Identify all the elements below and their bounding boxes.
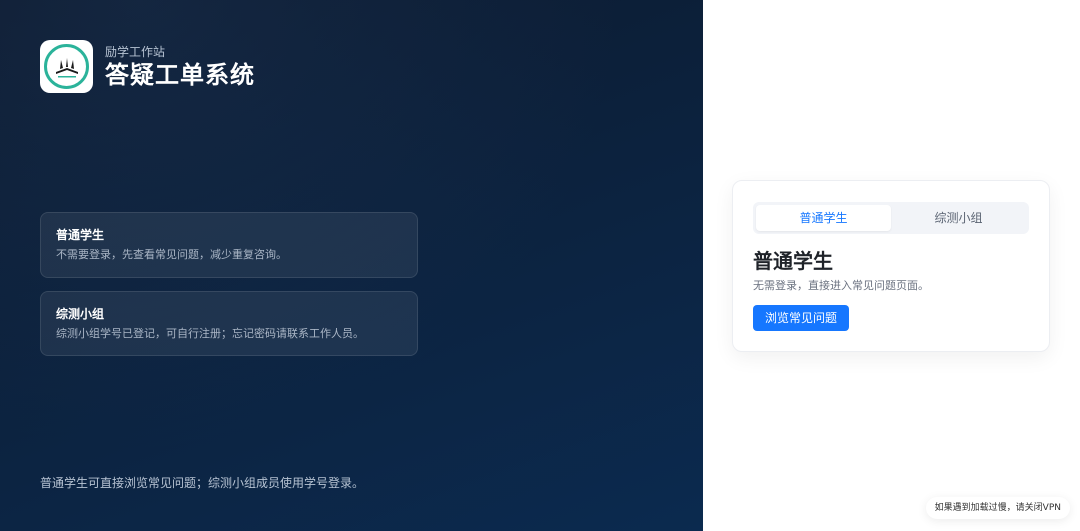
tab-student[interactable]: 普通学生 xyxy=(756,205,891,231)
vpn-tip: 如果遇到加载过慢，请关闭VPN xyxy=(925,497,1070,519)
panel-title: 普通学生 xyxy=(753,249,833,273)
info-card-desc: 综测小组学号已登记，可自行注册；忘记密码请联系工作人员。 xyxy=(56,327,364,340)
info-card-desc: 不需要登录，先查看常见问题，减少重复咨询。 xyxy=(56,248,287,261)
info-card-group: 综测小组 综测小组学号已登记，可自行注册；忘记密码请联系工作人员。 xyxy=(40,291,418,356)
browse-faq-button[interactable]: 浏览常见问题 xyxy=(753,305,850,331)
tab-group[interactable]: 综测小组 xyxy=(891,205,1026,231)
info-card-student: 普通学生 不需要登录，先查看常见问题，减少重复咨询。 xyxy=(40,212,418,278)
info-card-title: 普通学生 xyxy=(56,228,105,242)
brand-subtitle: 励学工作站 xyxy=(105,44,166,59)
panel-desc: 无需登录，直接进入常见问题页面。 xyxy=(753,279,929,292)
brand-title: 答疑工单系统 xyxy=(105,60,255,89)
logo xyxy=(40,40,93,93)
role-tabs: 普通学生 综测小组 xyxy=(753,202,1029,234)
left-footer-note: 普通学生可直接浏览常见问题；综测小组成员使用学号登录。 xyxy=(40,476,365,490)
info-card-title: 综测小组 xyxy=(56,307,105,321)
school-emblem-icon xyxy=(44,44,89,89)
book-emblem-icon xyxy=(55,57,78,77)
login-card: 普通学生 综测小组 普通学生 无需登录，直接进入常见问题页面。 浏览常见问题 xyxy=(732,180,1050,352)
brand: 励学工作站 答疑工单系统 xyxy=(40,40,255,93)
left-panel: 励学工作站 答疑工单系统 普通学生 不需要登录，先查看常见问题，减少重复咨询。 … xyxy=(0,0,703,531)
